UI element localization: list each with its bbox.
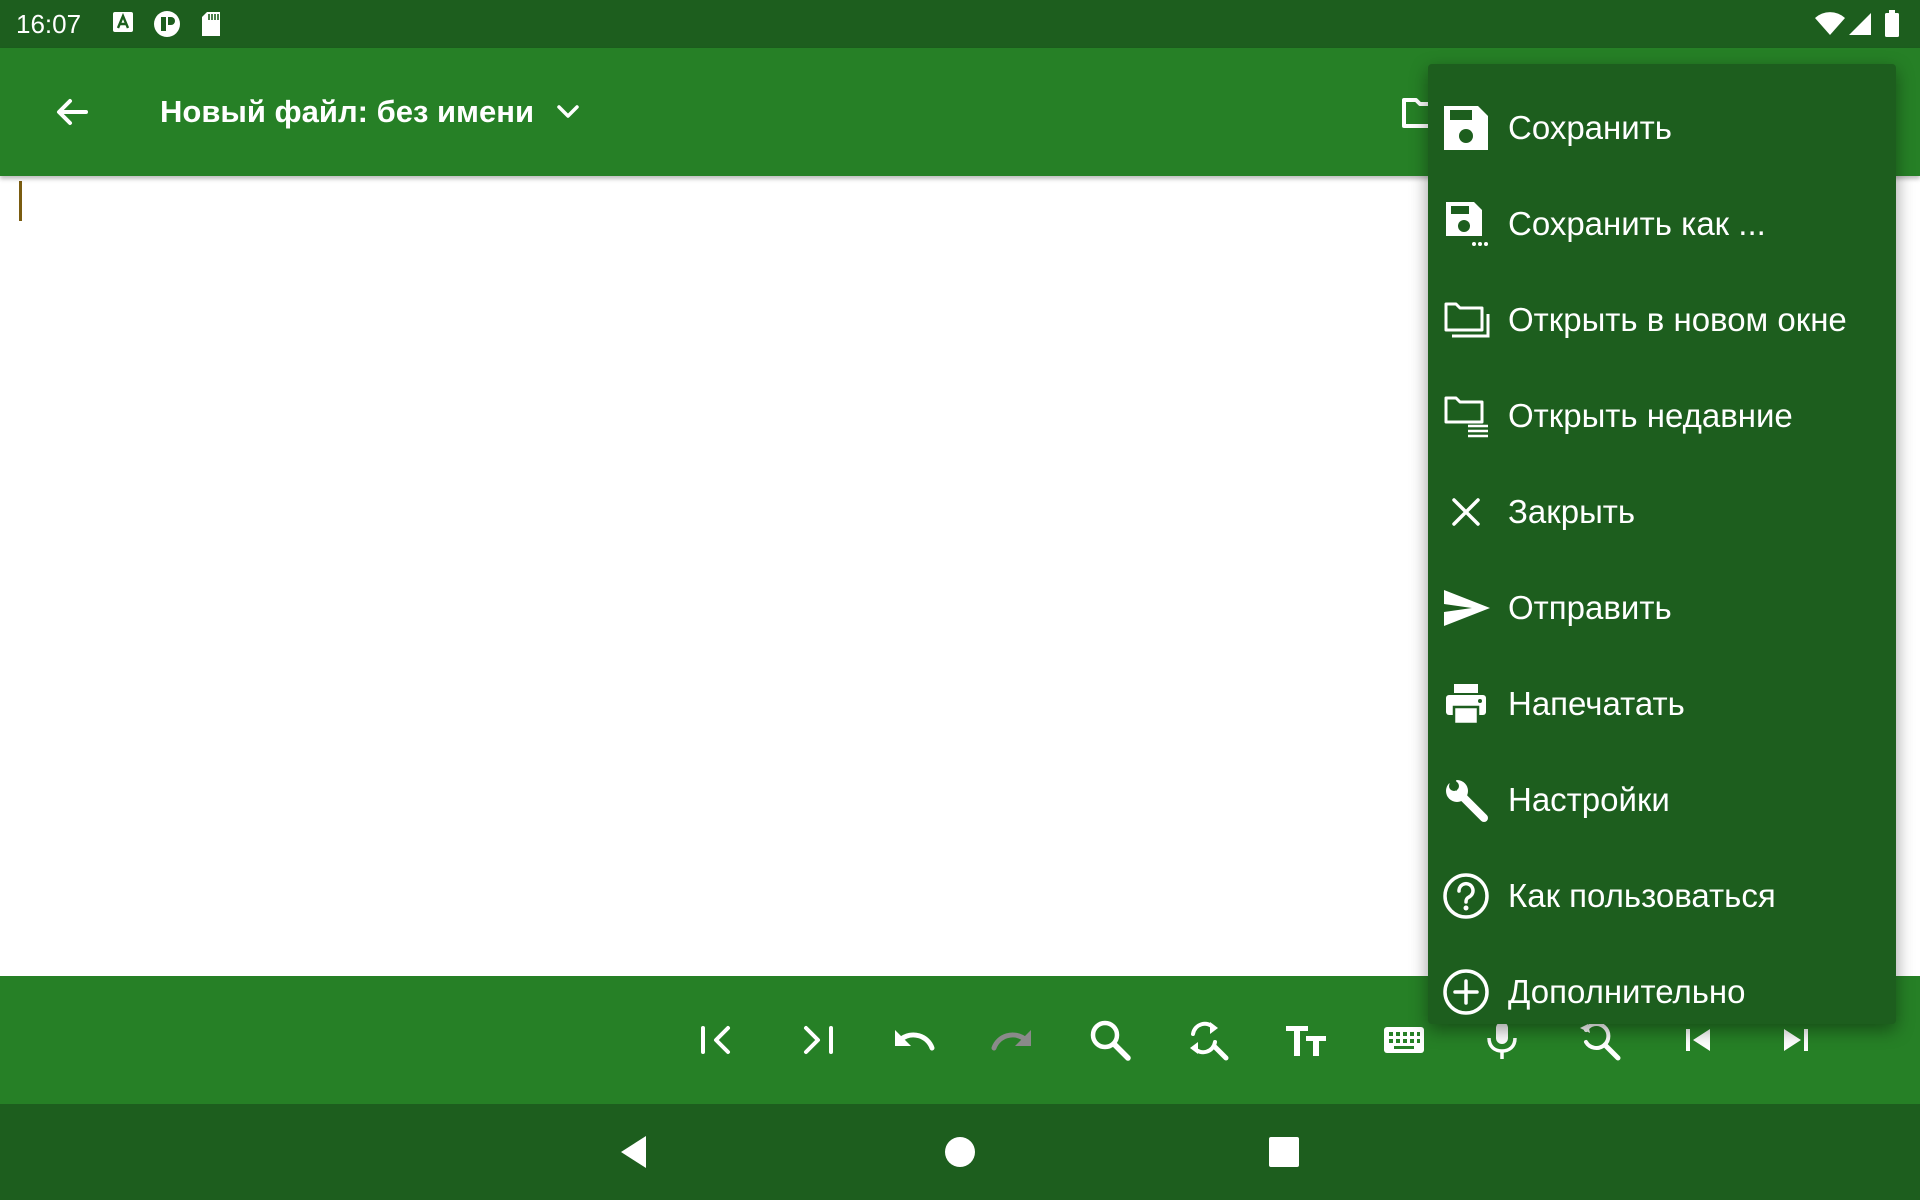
menu-item-label: Отправить bbox=[1508, 589, 1672, 626]
save-icon bbox=[1442, 104, 1490, 152]
menu-item-send[interactable]: Отправить bbox=[1428, 560, 1896, 656]
search-icon[interactable] bbox=[1070, 1000, 1150, 1080]
add-circle-icon bbox=[1442, 968, 1490, 1016]
nav-home-icon[interactable] bbox=[936, 1128, 984, 1176]
text-cursor bbox=[19, 181, 22, 221]
menu-item-help[interactable]: Как пользоваться bbox=[1428, 848, 1896, 944]
send-icon bbox=[1442, 584, 1490, 632]
nav-recents-icon[interactable] bbox=[1260, 1128, 1308, 1176]
menu-item-label: Открыть в новом окне bbox=[1508, 301, 1847, 338]
menu-item-print[interactable]: Напечатать bbox=[1428, 656, 1896, 752]
overflow-menu: Сохранить Сохранить как ... Открыть в но… bbox=[1428, 64, 1896, 1024]
wrench-icon bbox=[1442, 776, 1490, 824]
menu-item-label: Сохранить как ... bbox=[1508, 205, 1766, 242]
status-time: 16:07 bbox=[16, 9, 82, 39]
menu-item-label: Закрыть bbox=[1508, 493, 1636, 530]
help-icon bbox=[1442, 872, 1490, 920]
menu-item-save[interactable]: Сохранить bbox=[1428, 80, 1896, 176]
open-new-window-icon bbox=[1442, 296, 1490, 344]
menu-item-open-new-window[interactable]: Открыть в новом окне bbox=[1428, 272, 1896, 368]
battery-icon bbox=[1884, 10, 1900, 38]
file-title[interactable]: Новый файл: без имени bbox=[160, 48, 534, 176]
menu-item-more[interactable]: Дополнительно bbox=[1428, 944, 1896, 1040]
undo-icon[interactable] bbox=[874, 1000, 954, 1080]
menu-item-open-recent[interactable]: Открыть недавние bbox=[1428, 368, 1896, 464]
menu-item-close[interactable]: Закрыть bbox=[1428, 464, 1896, 560]
back-arrow-icon[interactable] bbox=[48, 88, 96, 136]
menu-item-label: Как пользоваться bbox=[1508, 877, 1776, 914]
menu-item-label: Сохранить bbox=[1508, 109, 1672, 146]
recent-files-icon bbox=[1442, 392, 1490, 440]
redo-icon[interactable] bbox=[972, 1000, 1052, 1080]
nav-back-icon[interactable] bbox=[612, 1128, 660, 1176]
menu-item-label: Открыть недавние bbox=[1508, 397, 1793, 434]
a-notification-icon bbox=[112, 11, 134, 35]
menu-item-label: Напечатать bbox=[1508, 685, 1685, 722]
search-replace-icon[interactable] bbox=[1168, 1000, 1248, 1080]
status-bar: 16:07 bbox=[0, 0, 1920, 48]
sd-card-icon bbox=[200, 11, 222, 37]
menu-item-settings[interactable]: Настройки bbox=[1428, 752, 1896, 848]
menu-item-save-as[interactable]: Сохранить как ... bbox=[1428, 176, 1896, 272]
app-notification-icon bbox=[152, 9, 182, 39]
text-size-icon[interactable] bbox=[1266, 1000, 1346, 1080]
save-as-icon bbox=[1442, 200, 1490, 248]
chevron-down-icon[interactable] bbox=[550, 90, 586, 134]
menu-item-label: Дополнительно bbox=[1508, 973, 1746, 1010]
navigation-bar bbox=[0, 1104, 1920, 1200]
print-icon bbox=[1442, 680, 1490, 728]
wifi-icon bbox=[1814, 12, 1846, 36]
line-end-icon[interactable] bbox=[776, 1000, 856, 1080]
line-start-icon[interactable] bbox=[678, 1000, 758, 1080]
close-icon bbox=[1442, 488, 1490, 536]
menu-item-label: Настройки bbox=[1508, 781, 1670, 818]
signal-icon bbox=[1848, 12, 1872, 36]
